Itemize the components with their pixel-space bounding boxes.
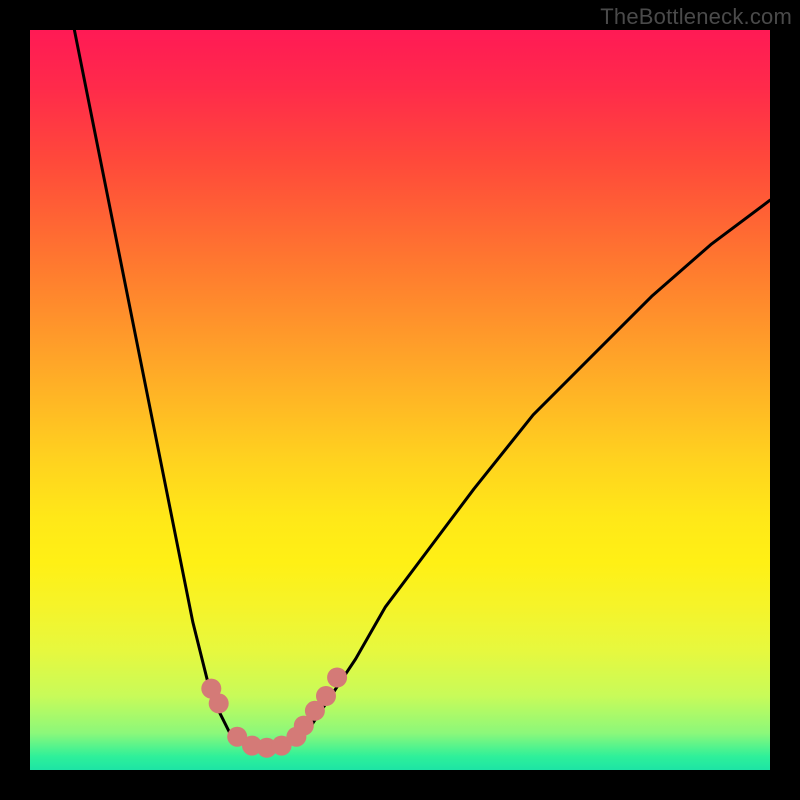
watermark-text: TheBottleneck.com [600, 4, 792, 30]
marker-left-dot-2 [209, 693, 229, 713]
marker-right-dot-4 [327, 668, 347, 688]
chart-frame: TheBottleneck.com [0, 0, 800, 800]
marker-right-dot-3 [316, 686, 336, 706]
marker-group [201, 668, 347, 758]
series-group [74, 30, 770, 748]
series-right-branch [296, 200, 770, 740]
series-left-branch [74, 30, 237, 740]
curve-layer [30, 30, 770, 770]
